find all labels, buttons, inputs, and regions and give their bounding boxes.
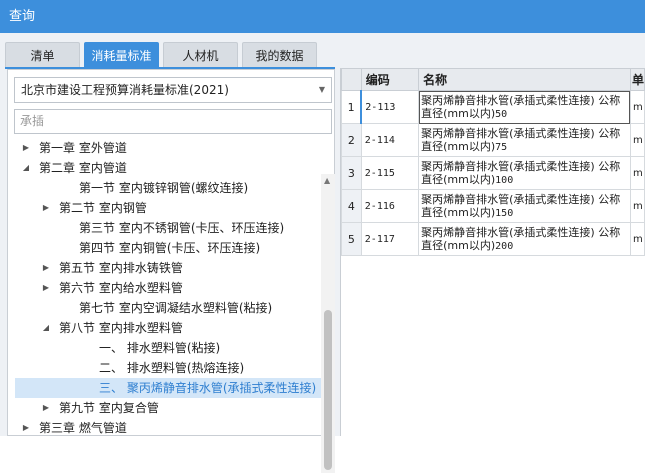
tree-node-label: 第三章 燃气管道 (39, 421, 127, 435)
scrollbar-thumb[interactable] (324, 310, 332, 470)
quota-unit[interactable]: m (629, 156, 645, 190)
tree-node-label: 三、 聚丙烯静音排水管(承插式柔性连接) (99, 381, 317, 395)
tree-node[interactable]: 二、 排水塑料管(热熔连接) (15, 358, 321, 378)
window-title: 查询 (0, 0, 645, 33)
tree-node-label: 二、 排水塑料管(热熔连接) (99, 361, 245, 375)
quota-table: 编码 名称 单 1 2-113 聚丙烯静音排水管(承插式柔性连接) 公称直径(mm以… (341, 68, 645, 256)
quota-code[interactable]: 2-114 (360, 123, 420, 157)
tree-node-label: 第二章 室内管道 (39, 161, 127, 175)
tree-node-label: 第九节 室内复合管 (59, 401, 159, 415)
tab-consumption-standard[interactable]: 消耗量标准 (84, 42, 159, 68)
tree-node-label: 一、 排水塑料管(粘接) (99, 341, 221, 355)
expand-arrow-icon[interactable]: ▶ (41, 278, 51, 298)
expand-arrow-icon[interactable]: ▶ (41, 198, 51, 218)
table-header: 编码 名称 单 (341, 68, 645, 91)
tree-node[interactable]: ▶ 第九节 室内复合管 (15, 398, 321, 418)
tree-node[interactable]: 第一节 室内镀锌钢管(螺纹连接) (15, 178, 321, 198)
expand-arrow-icon[interactable]: ▶ (21, 418, 31, 437)
quota-name[interactable]: 聚丙烯静音排水管(承插式柔性连接) 公称直径(mm以内)75 (418, 123, 631, 157)
table-row[interactable]: 2 2-114 聚丙烯静音排水管(承插式柔性连接) 公称直径(mm以内)75 m (341, 123, 645, 157)
quota-unit[interactable]: m (629, 222, 645, 256)
quota-name[interactable]: 聚丙烯静音排水管(承插式柔性连接) 公称直径(mm以内)150 (418, 189, 631, 223)
column-header-rownum (341, 68, 362, 91)
tab-my-data[interactable]: 我的数据 (242, 42, 317, 68)
quota-unit[interactable]: m (629, 123, 645, 157)
quota-name-text: 聚丙烯静音排水管(承插式柔性连接) 公称直径(mm以内) (421, 126, 621, 153)
column-header-unit[interactable]: 单 (629, 68, 645, 91)
table-row[interactable]: 3 2-115 聚丙烯静音排水管(承插式柔性连接) 公称直径(mm以内)100 m (341, 156, 645, 190)
quota-name[interactable]: 聚丙烯静音排水管(承插式柔性连接) 公称直径(mm以内)50 (418, 90, 631, 124)
scroll-up-icon[interactable]: ▲ (324, 176, 330, 185)
tree-scrollbar[interactable]: ▲ (321, 174, 335, 473)
table-row[interactable]: 1 2-113 聚丙烯静音排水管(承插式柔性连接) 公称直径(mm以内)50 m (341, 90, 645, 124)
quota-name-size: 200 (495, 240, 514, 252)
tree-node-label: 第八节 室内排水塑料管 (59, 321, 183, 335)
tree-node[interactable]: ▶ 第一章 室外管道 (15, 138, 321, 158)
row-number[interactable]: 5 (341, 222, 362, 256)
search-input[interactable]: 承插 (14, 109, 332, 134)
tree-node-label: 第一节 室内镀锌钢管(螺纹连接) (79, 181, 249, 195)
tree-node-label: 第四节 室内铜管(卡压、环压连接) (79, 241, 261, 255)
row-number[interactable]: 3 (341, 156, 362, 190)
tree-node[interactable]: ◢ 第八节 室内排水塑料管 (15, 318, 321, 338)
standard-select-value: 北京市建设工程预算消耗量标准(2021) (21, 83, 229, 97)
tree-node[interactable]: 三、 聚丙烯静音排水管(承插式柔性连接) (15, 378, 321, 398)
tree-node[interactable]: 一、 排水塑料管(粘接) (15, 338, 321, 358)
tree-node[interactable]: 第四节 室内铜管(卡压、环压连接) (15, 238, 321, 258)
tab-bar: 清单 消耗量标准 人材机 我的数据 (5, 42, 321, 68)
collapse-arrow-icon[interactable]: ◢ (41, 318, 51, 338)
quota-name-text: 聚丙烯静音排水管(承插式柔性连接) 公称直径(mm以内) (421, 192, 621, 219)
tree-node-label: 第二节 室内钢管 (59, 201, 147, 215)
quota-grid-panel: 编码 名称 单 1 2-113 聚丙烯静音排水管(承插式柔性连接) 公称直径(mm以… (340, 68, 645, 436)
tree-node[interactable]: ▶ 第三章 燃气管道 (15, 418, 321, 437)
quota-unit[interactable]: m (629, 189, 645, 223)
quota-name-text: 聚丙烯静音排水管(承插式柔性连接) 公称直径(mm以内) (421, 159, 621, 186)
tree-node[interactable]: ▶ 第六节 室内给水塑料管 (15, 278, 321, 298)
quota-name-size: 75 (495, 141, 508, 153)
chevron-down-icon: ▼ (318, 85, 325, 94)
column-header-name[interactable]: 名称 (418, 68, 631, 91)
row-number[interactable]: 1 (341, 90, 363, 124)
quota-name-size: 50 (495, 108, 508, 120)
tree-node[interactable]: ▶ 第二节 室内钢管 (15, 198, 321, 218)
tree-node-label: 第五节 室内排水铸铁管 (59, 261, 183, 275)
quota-code[interactable]: 2-115 (360, 156, 420, 190)
quota-name[interactable]: 聚丙烯静音排水管(承插式柔性连接) 公称直径(mm以内)100 (418, 156, 631, 190)
tab-bill[interactable]: 清单 (5, 42, 80, 68)
quota-unit[interactable]: m (629, 90, 645, 124)
quota-code[interactable]: 2-117 (360, 222, 420, 256)
tree-node-label: 第三节 室内不锈钢管(卡压、环压连接) (79, 221, 285, 235)
column-header-code[interactable]: 编码 (360, 68, 420, 91)
expand-arrow-icon[interactable]: ▶ (21, 138, 31, 158)
collapse-arrow-icon[interactable]: ◢ (21, 158, 31, 178)
standard-select[interactable]: 北京市建设工程预算消耗量标准(2021) ▼ (14, 77, 332, 103)
query-panel: 清单 消耗量标准 人材机 我的数据 北京市建设工程预算消耗量标准(2021) ▼… (0, 33, 645, 473)
table-row[interactable]: 4 2-116 聚丙烯静音排水管(承插式柔性连接) 公称直径(mm以内)150 m (341, 189, 645, 223)
tree-node[interactable]: ▶ 第五节 室内排水铸铁管 (15, 258, 321, 278)
tree-node-label: 第七节 室内空调凝结水塑料管(粘接) (79, 301, 273, 315)
tree-node[interactable]: ◢ 第二章 室内管道 (15, 158, 321, 178)
row-number[interactable]: 4 (341, 189, 362, 223)
quota-name-size: 100 (495, 174, 514, 186)
quota-name[interactable]: 聚丙烯静音排水管(承插式柔性连接) 公称直径(mm以内)200 (418, 222, 631, 256)
tree-node-label: 第六节 室内给水塑料管 (59, 281, 183, 295)
chapter-tree: ▶ 第一章 室外管道 ◢ 第二章 室内管道第一节 室内镀锌钢管(螺纹连接) ▶ 第二节 室… (15, 138, 321, 437)
quota-name-text: 聚丙烯静音排水管(承插式柔性连接) 公称直径(mm以内) (421, 225, 621, 252)
expand-arrow-icon[interactable]: ▶ (41, 258, 51, 278)
quota-name-size: 150 (495, 207, 514, 219)
tree-node-label: 第一章 室外管道 (39, 141, 127, 155)
tree-node[interactable]: 第七节 室内空调凝结水塑料管(粘接) (15, 298, 321, 318)
left-panel: 北京市建设工程预算消耗量标准(2021) ▼ 承插 ▶ 第一章 室外管道 ◢ 第二章 … (7, 69, 335, 473)
expand-arrow-icon[interactable]: ▶ (41, 398, 51, 418)
table-row[interactable]: 5 2-117 聚丙烯静音排水管(承插式柔性连接) 公称直径(mm以内)200 m (341, 222, 645, 256)
quota-code[interactable]: 2-116 (360, 189, 420, 223)
tab-labor-material-machine[interactable]: 人材机 (163, 42, 238, 68)
quota-code[interactable]: 2-113 (360, 90, 420, 124)
tree-node[interactable]: 第三节 室内不锈钢管(卡压、环压连接) (15, 218, 321, 238)
quota-name-text: 聚丙烯静音排水管(承插式柔性连接) 公称直径(mm以内) (421, 93, 621, 120)
row-number[interactable]: 2 (341, 123, 362, 157)
